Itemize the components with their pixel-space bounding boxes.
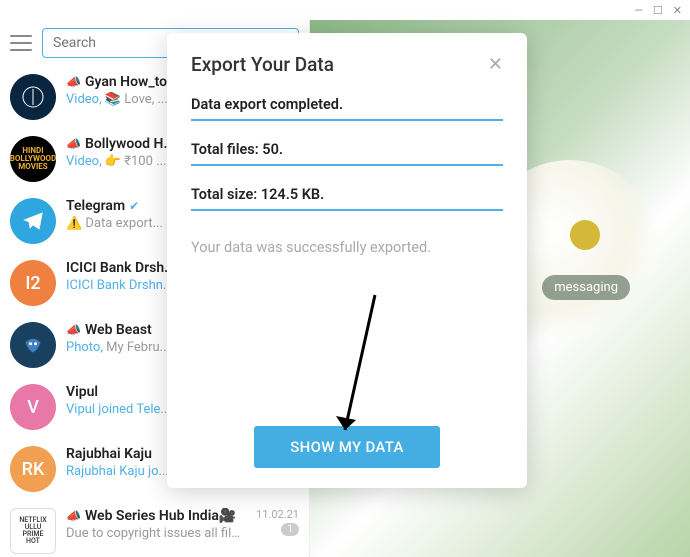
channel-icon: 📣 bbox=[66, 137, 81, 151]
hamburger-menu-icon[interactable] bbox=[10, 35, 32, 51]
chat-title: Rajubhai Kaju bbox=[66, 446, 152, 462]
maximize-button[interactable]: ☐ bbox=[653, 4, 663, 17]
modal-title: Export Your Data bbox=[191, 53, 334, 76]
export-status-line: Data export completed. bbox=[191, 96, 503, 121]
status-pill: messaging bbox=[542, 275, 630, 300]
avatar bbox=[10, 322, 56, 368]
export-data-modal: Export Your Data ✕ Data export completed… bbox=[167, 33, 527, 488]
avatar: HINDIBOLLYWOODMOVIES bbox=[10, 136, 56, 182]
chat-meta: 11.02.21 1 bbox=[256, 508, 299, 554]
chat-title: Bollywood H... bbox=[85, 136, 175, 152]
unread-badge: 1 bbox=[281, 523, 299, 536]
chat-title: Web Series Hub India🎥 bbox=[85, 508, 236, 524]
channel-icon: 📣 bbox=[66, 75, 81, 89]
chat-date: 11.02.21 bbox=[256, 508, 299, 521]
chat-preview: Due to copyright issues all files ar... bbox=[66, 526, 246, 541]
avatar: I2 bbox=[10, 260, 56, 306]
window-titlebar: — ☐ ✕ bbox=[0, 0, 690, 20]
chat-title: ICICI Bank Drsh... bbox=[66, 260, 176, 276]
avatar: V bbox=[10, 384, 56, 430]
show-my-data-button[interactable]: SHOW MY DATA bbox=[254, 426, 439, 468]
avatar: RK bbox=[10, 446, 56, 492]
chat-title: Web Beast bbox=[85, 322, 152, 338]
avatar: NETFLIX ULLUPRIME HOT bbox=[10, 508, 56, 554]
avatar bbox=[10, 74, 56, 120]
total-size-line: Total size: 124.5 KB. bbox=[191, 186, 503, 211]
chat-title: Vipul bbox=[66, 384, 98, 400]
minimize-button[interactable]: — bbox=[634, 4, 643, 17]
total-files-line: Total files: 50. bbox=[191, 141, 503, 166]
chat-title: Gyan How_to bbox=[85, 74, 167, 90]
channel-icon: 📣 bbox=[66, 509, 81, 523]
success-message: Your data was successfully exported. bbox=[191, 239, 503, 256]
close-window-button[interactable]: ✕ bbox=[673, 4, 682, 17]
channel-icon: 📣 bbox=[66, 323, 81, 337]
chat-item[interactable]: NETFLIX ULLUPRIME HOT 📣 Web Series Hub In… bbox=[0, 500, 309, 557]
chat-title: Telegram bbox=[66, 198, 125, 214]
avatar bbox=[10, 198, 56, 244]
verified-icon: ✔ bbox=[129, 199, 139, 213]
close-icon[interactable]: ✕ bbox=[488, 54, 503, 75]
